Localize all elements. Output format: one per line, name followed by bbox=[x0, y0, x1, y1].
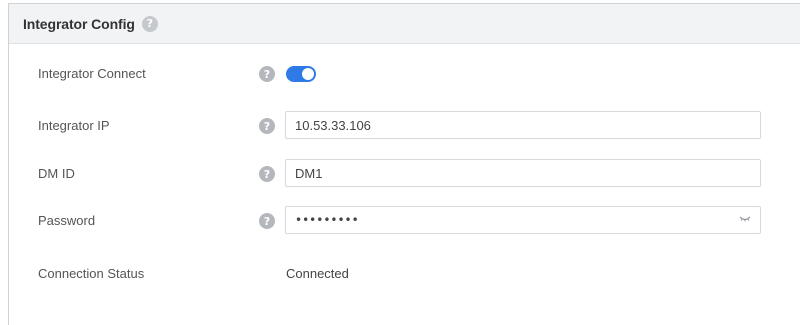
password-label: Password bbox=[38, 213, 96, 228]
integrator-ip-input[interactable] bbox=[295, 117, 715, 133]
dm-id-field[interactable] bbox=[285, 159, 761, 187]
password-field[interactable]: ••••••••• bbox=[285, 206, 761, 234]
integrator-ip-field[interactable] bbox=[285, 111, 761, 139]
integrator-config-panel: Integrator Config ? Integrator Connect ?… bbox=[8, 3, 800, 325]
panel-header: Integrator Config ? bbox=[9, 4, 800, 44]
toggle-knob bbox=[302, 68, 314, 80]
password-input[interactable]: ••••••••• bbox=[295, 213, 695, 227]
integrator-ip-label: Integrator IP bbox=[38, 118, 110, 133]
help-icon[interactable]: ? bbox=[259, 213, 275, 229]
dm-id-input[interactable] bbox=[295, 165, 715, 181]
connection-status-value: Connected bbox=[286, 266, 349, 281]
connection-status-label: Connection Status bbox=[38, 266, 145, 281]
help-icon[interactable]: ? bbox=[259, 118, 275, 134]
integrator-connect-label: Integrator Connect bbox=[38, 66, 146, 81]
help-icon[interactable]: ? bbox=[141, 15, 158, 32]
row-connection-status: Connection Status Connected bbox=[9, 259, 800, 289]
row-integrator-connect: Integrator Connect ? bbox=[9, 59, 800, 89]
eye-closed-icon[interactable] bbox=[739, 215, 751, 223]
dm-id-label: DM ID bbox=[38, 166, 75, 181]
row-password: Password ? ••••••••• bbox=[9, 206, 800, 236]
help-icon[interactable]: ? bbox=[259, 166, 275, 182]
help-icon[interactable]: ? bbox=[259, 66, 275, 82]
row-dm-id: DM ID ? bbox=[9, 159, 800, 189]
panel-title: Integrator Config bbox=[23, 15, 135, 32]
integrator-connect-toggle[interactable] bbox=[286, 66, 316, 82]
row-integrator-ip: Integrator IP ? bbox=[9, 111, 800, 141]
